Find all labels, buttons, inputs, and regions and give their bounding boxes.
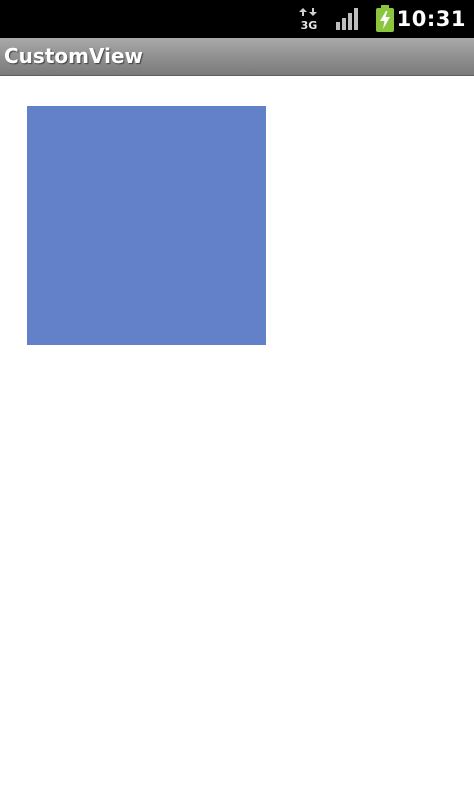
content-area xyxy=(0,76,474,795)
custom-view-square xyxy=(27,106,266,345)
status-clock: 10:31 xyxy=(396,7,466,31)
title-bar: CustomView xyxy=(0,38,474,76)
network-type-label: 3G xyxy=(301,19,318,31)
status-bar: 3G 10:31 xyxy=(0,0,474,38)
signal-strength-icon xyxy=(336,8,358,30)
battery-charging-icon xyxy=(376,5,394,32)
3g-data-icon: 3G xyxy=(299,8,318,31)
app-title: CustomView xyxy=(4,44,143,68)
screen: 3G 10:31 CustomView xyxy=(0,0,474,795)
